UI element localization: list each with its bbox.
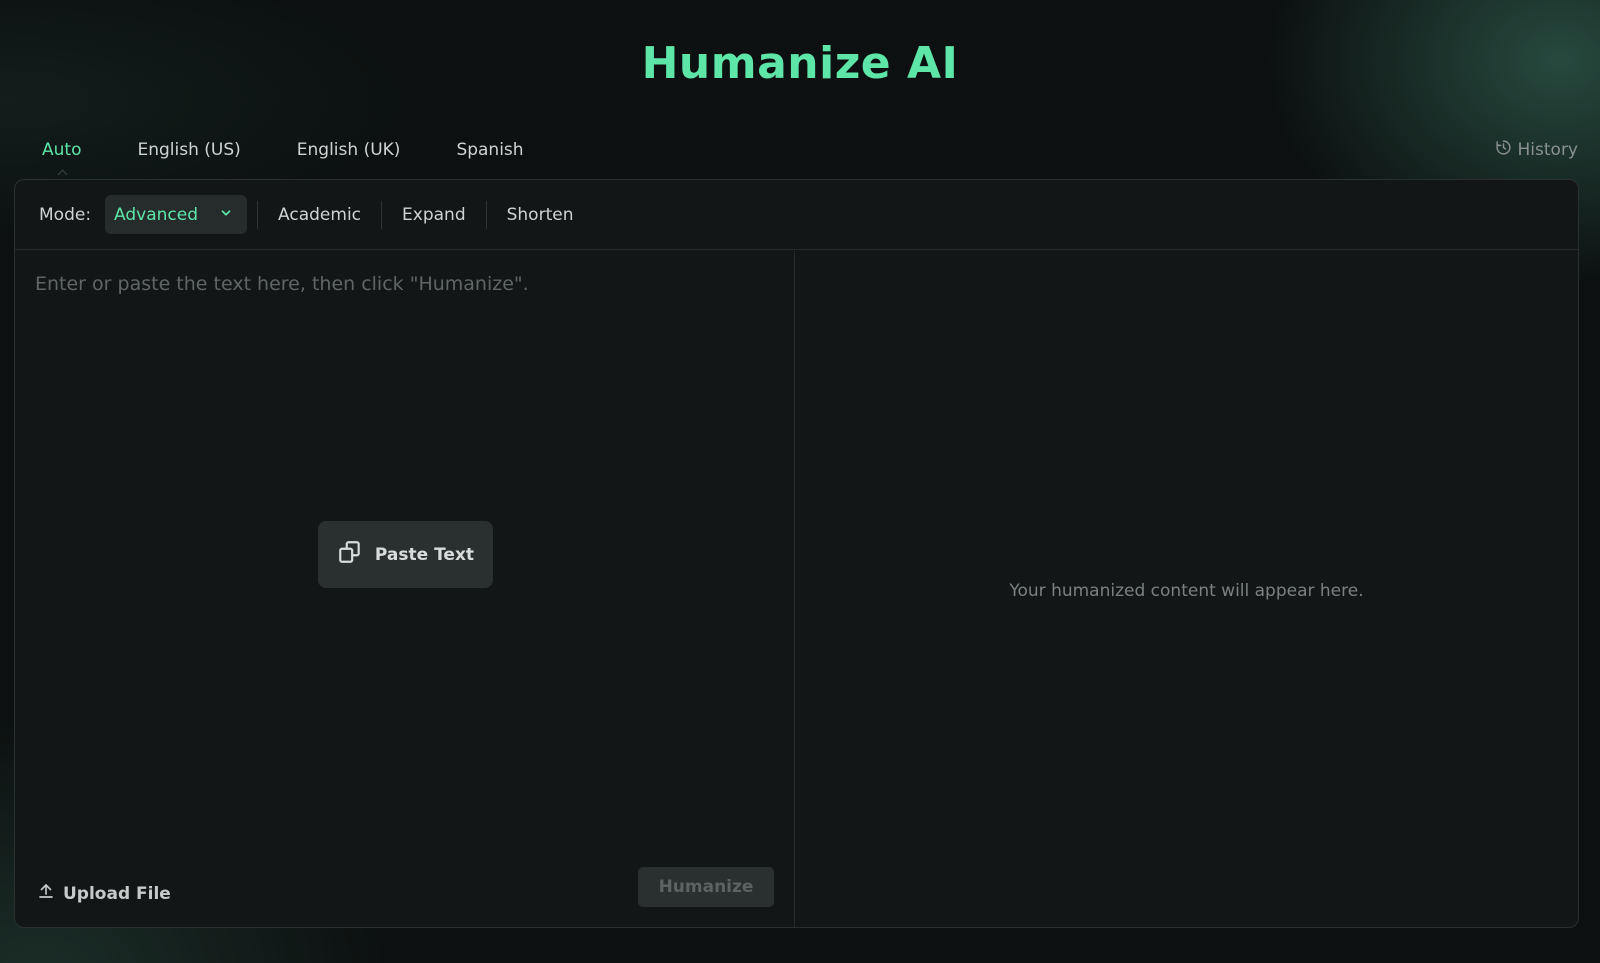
- mode-dropdown[interactable]: Advanced: [105, 195, 248, 234]
- output-pane: Your humanized content will appear here.: [795, 251, 1578, 927]
- divider: [485, 200, 487, 229]
- copy-icon: [337, 539, 363, 570]
- language-tabs: Auto English (US) English (UK) Spanish: [14, 134, 552, 166]
- mode-label: Mode:: [39, 204, 92, 225]
- mode-shorten[interactable]: Shorten: [497, 205, 584, 225]
- upload-file-button[interactable]: Upload File: [37, 882, 171, 905]
- editor-panel: Mode: Advanced Academic Expand Shorten E…: [14, 179, 1579, 928]
- mode-bar: Mode: Advanced Academic Expand Shorten: [15, 180, 1578, 250]
- editor-body: Paste Text Upload File Humanize Your hum…: [15, 251, 1578, 927]
- upload-icon: [37, 882, 55, 905]
- divider: [257, 200, 259, 229]
- mode-selected-value: Advanced: [114, 204, 199, 225]
- page-title: Humanize AI: [641, 38, 959, 89]
- tab-spanish[interactable]: Spanish: [428, 134, 551, 166]
- input-pane: Paste Text Upload File Humanize: [15, 251, 795, 927]
- divider: [381, 200, 383, 229]
- tab-english-us[interactable]: English (US): [109, 134, 268, 166]
- history-label: History: [1517, 140, 1578, 160]
- chevron-down-icon: [219, 205, 233, 225]
- history-button[interactable]: History: [1495, 139, 1578, 161]
- paste-text-button[interactable]: Paste Text: [318, 521, 493, 588]
- paste-text-label: Paste Text: [374, 544, 475, 565]
- tab-auto[interactable]: Auto: [14, 134, 109, 166]
- humanize-button[interactable]: Humanize: [638, 867, 774, 907]
- upload-file-label: Upload File: [63, 883, 171, 904]
- tab-english-uk[interactable]: English (UK): [269, 134, 429, 166]
- mode-academic[interactable]: Academic: [268, 205, 371, 225]
- history-icon: [1495, 139, 1512, 161]
- output-placeholder: Your humanized content will appear here.: [1009, 581, 1364, 601]
- mode-expand[interactable]: Expand: [392, 205, 476, 225]
